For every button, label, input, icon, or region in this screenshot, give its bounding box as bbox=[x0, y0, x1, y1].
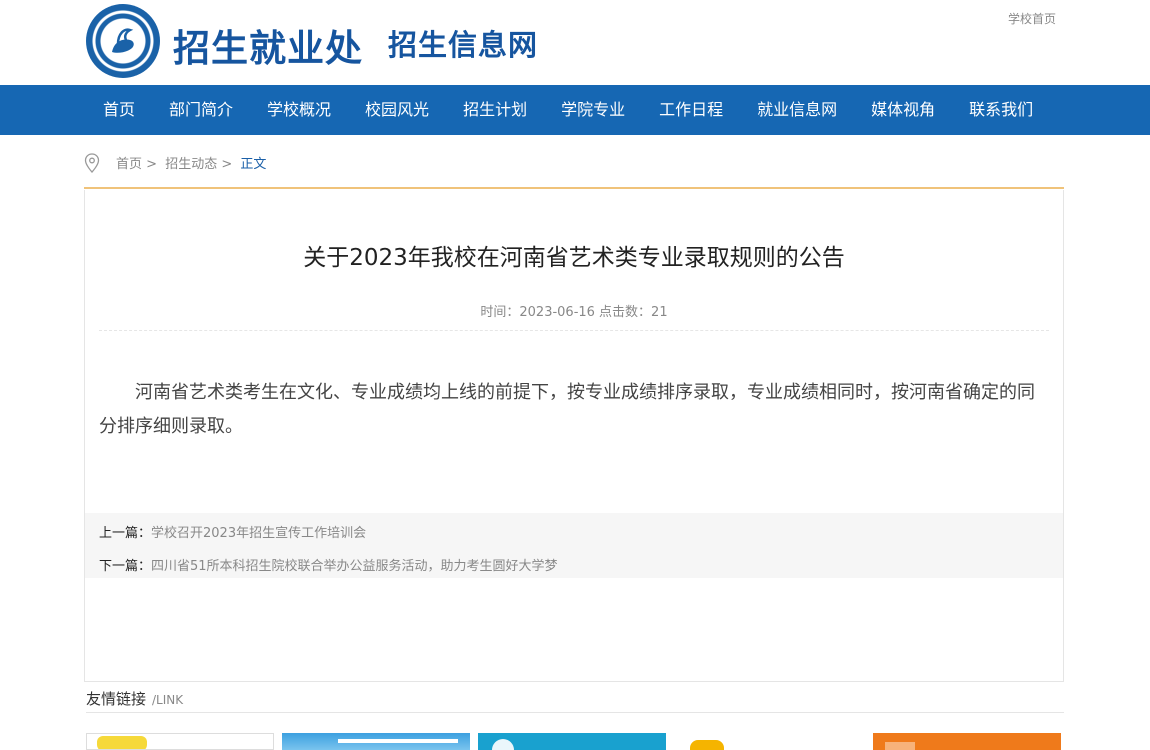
next-label: 下一篇： bbox=[99, 559, 152, 574]
prev-label: 上一篇： bbox=[99, 526, 152, 541]
friend-links-subtitle: /LINK bbox=[152, 693, 184, 707]
main-nav: 首页 部门简介 学校概况 校园风光 招生计划 学院专业 工作日程 就业信息网 媒… bbox=[0, 85, 1150, 135]
prev-next-nav: 上一篇：学校召开2023年招生宣传工作培训会 下一篇：四川省51所本科招生院校联… bbox=[85, 513, 1063, 578]
nav-item-media[interactable]: 媒体视角 bbox=[854, 85, 952, 135]
banner-graphic bbox=[885, 742, 915, 750]
nav-item-campus[interactable]: 校园风光 bbox=[348, 85, 446, 135]
school-home-link[interactable]: 学校首页 bbox=[1008, 10, 1056, 27]
divider bbox=[86, 712, 1064, 713]
nav-item-schedule[interactable]: 工作日程 bbox=[642, 85, 740, 135]
nav-item-department[interactable]: 部门简介 bbox=[152, 85, 250, 135]
site-header: 招生就业处 招生信息网 学校首页 bbox=[0, 0, 1150, 85]
article-meta: 时间：2023-06-16 点击数：21 bbox=[480, 305, 668, 320]
friend-link-banner-2[interactable] bbox=[282, 733, 470, 750]
breadcrumb-home[interactable]: 首页 bbox=[116, 157, 142, 172]
nav-item-school-overview[interactable]: 学校概况 bbox=[250, 85, 348, 135]
nav-item-enrollment-plan[interactable]: 招生计划 bbox=[446, 85, 544, 135]
prev-article-link[interactable]: 学校召开2023年招生宣传工作培训会 bbox=[151, 526, 366, 541]
article-body: 河南省艺术类考生在文化、专业成绩均上线的前提下，按专业成绩排序录取，专业成绩相同… bbox=[99, 382, 1035, 437]
nav-item-employment[interactable]: 就业信息网 bbox=[740, 85, 854, 135]
site-subtitle: 招生信息网 bbox=[388, 28, 539, 62]
next-article-link[interactable]: 四川省51所本科招生院校联合举办公益服务活动，助力考生圆好大学梦 bbox=[151, 559, 558, 574]
breadcrumb: 首页 > 招生动态 > 正文 bbox=[84, 135, 1064, 189]
friend-links-heading: 友情链接/LINK bbox=[86, 688, 183, 709]
banner-emblem bbox=[492, 739, 514, 750]
friend-link-banner-1[interactable] bbox=[86, 733, 274, 750]
nav-item-contact[interactable]: 联系我们 bbox=[952, 85, 1050, 135]
breadcrumb-current: 正文 bbox=[240, 157, 267, 172]
location-pin-icon bbox=[84, 153, 100, 173]
site-title: 招生就业处 bbox=[173, 27, 363, 70]
breadcrumb-section[interactable]: 招生动态 bbox=[165, 157, 217, 172]
breadcrumb-separator: > bbox=[221, 157, 233, 172]
banner-graphic bbox=[690, 740, 724, 750]
nav-item-majors[interactable]: 学院专业 bbox=[544, 85, 642, 135]
friend-links-title: 友情链接 bbox=[86, 690, 147, 708]
university-logo[interactable] bbox=[86, 4, 160, 78]
friend-link-banner-3[interactable] bbox=[478, 733, 666, 750]
nav-item-home[interactable]: 首页 bbox=[86, 85, 152, 135]
breadcrumb-separator: > bbox=[146, 157, 158, 172]
article-title: 关于2023年我校在河南省艺术类专业录取规则的公告 bbox=[303, 245, 845, 271]
friend-link-banner-5[interactable] bbox=[873, 733, 1061, 750]
swan-emblem-icon bbox=[112, 28, 134, 53]
article-container: 关于2023年我校在河南省艺术类专业录取规则的公告 时间：2023-06-16 … bbox=[84, 190, 1064, 682]
banner-graphic bbox=[97, 736, 147, 749]
divider bbox=[99, 330, 1049, 331]
banner-graphic bbox=[338, 739, 458, 743]
friend-link-banner-4[interactable] bbox=[682, 733, 752, 750]
next-article-row: 下一篇：四川省51所本科招生院校联合举办公益服务活动，助力考生圆好大学梦 bbox=[99, 555, 558, 574]
prev-article-row: 上一篇：学校召开2023年招生宣传工作培训会 bbox=[99, 522, 366, 541]
